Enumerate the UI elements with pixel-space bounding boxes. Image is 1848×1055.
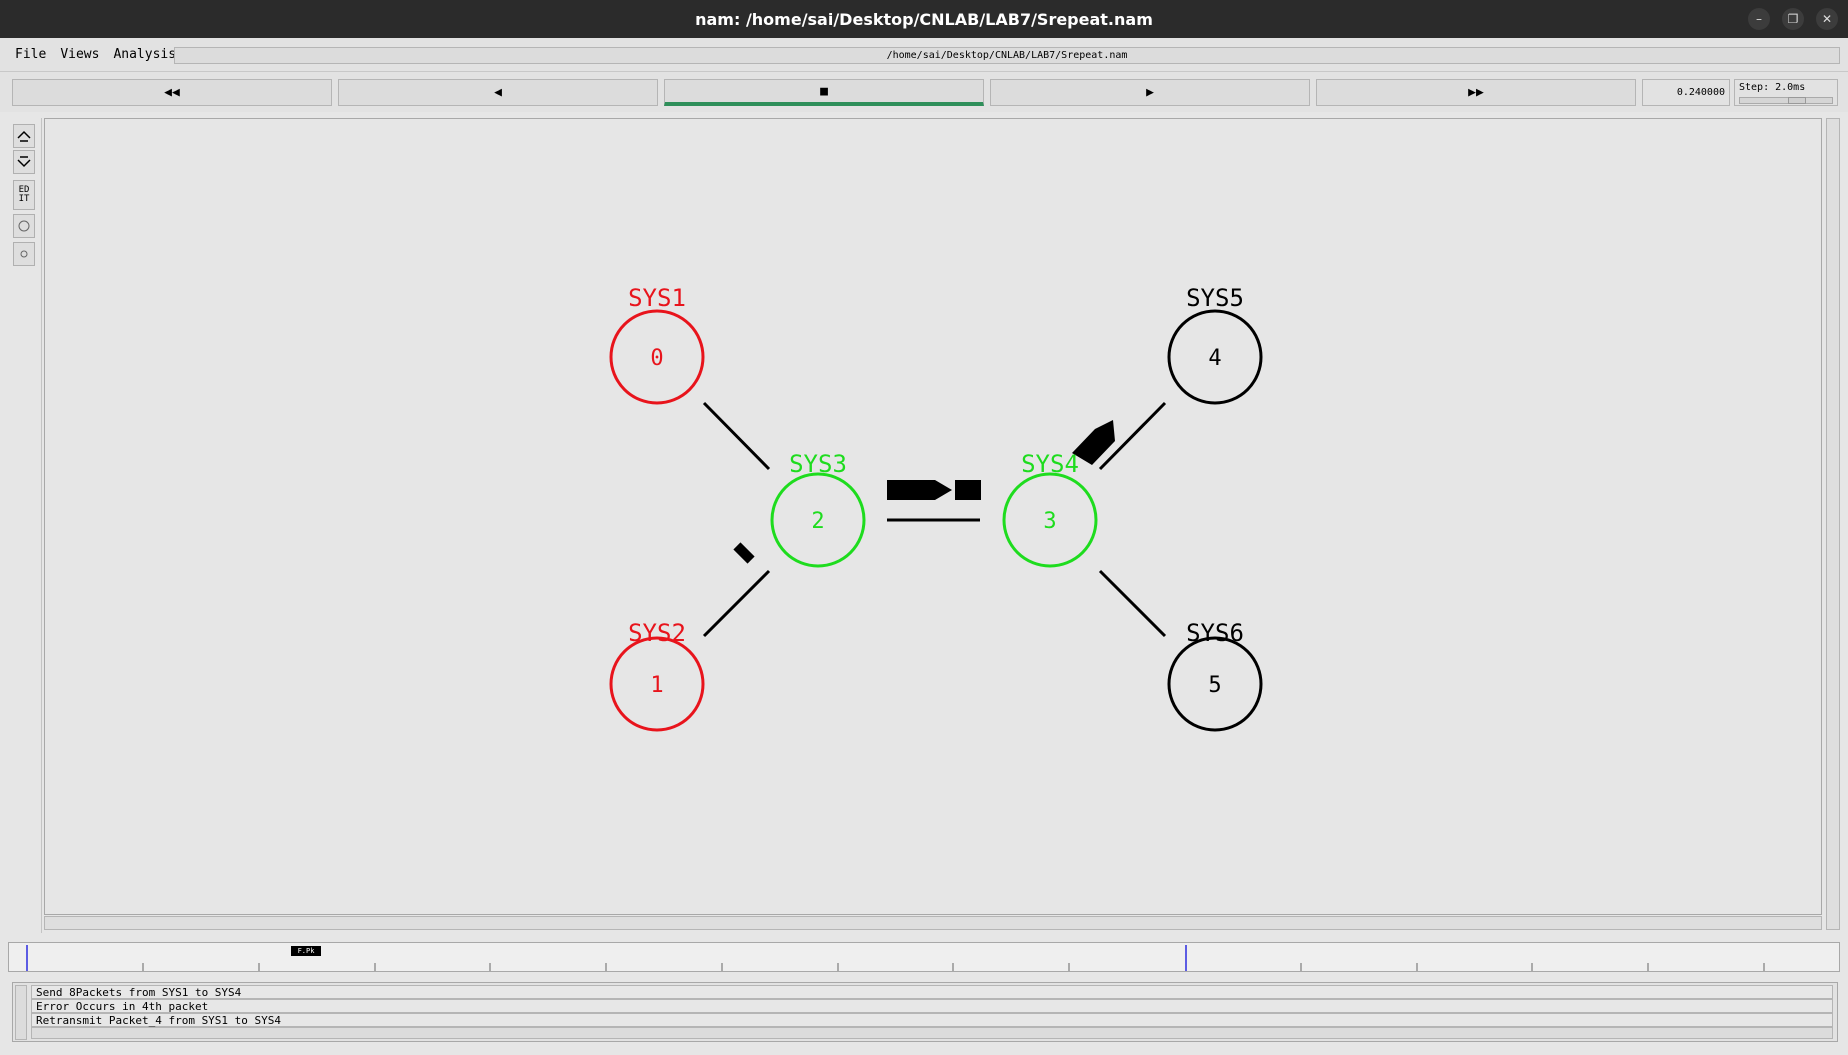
network-canvas[interactable]: SYS1 0 SYS2 1 SYS3 2 SYS4 3 SYS5 4 SYS6 …	[44, 118, 1822, 915]
packet-icon	[733, 542, 755, 564]
fast-forward-icon: ▶▶	[1468, 85, 1484, 100]
network-graph: SYS1 0 SYS2 1 SYS3 2 SYS4 3 SYS5 4 SYS6 …	[609, 284, 1263, 732]
playback-toolbar: ◀◀ ◀ ■ ▶ ▶▶ 0.240000 Step: 2.0ms	[0, 72, 1848, 112]
packet-icon	[955, 480, 981, 500]
node-label: SYS1	[628, 284, 686, 312]
menu-analysis[interactable]: Analysis	[106, 47, 183, 62]
zoom-in-icon[interactable]	[13, 124, 35, 148]
annotation-panel: Send 8Packets from SYS1 to SYS4 Error Oc…	[12, 982, 1838, 1042]
annotation-vertical-scrollbar[interactable]	[15, 985, 27, 1040]
step-slider-handle[interactable]	[1788, 97, 1806, 104]
node-1[interactable]: SYS2 1	[609, 619, 705, 732]
step-control: Step: 2.0ms	[1734, 79, 1838, 106]
menu-file[interactable]: File	[8, 47, 53, 62]
play-icon: ▶	[1146, 85, 1154, 100]
play-button[interactable]: ▶	[990, 79, 1310, 106]
node-4[interactable]: SYS5 4	[1167, 284, 1263, 405]
file-path-field: /home/sai/Desktop/CNLAB/LAB7/Srepeat.nam	[174, 47, 1840, 64]
timeline-slider[interactable]: F.Pk	[8, 942, 1840, 972]
node-id: 1	[650, 673, 663, 698]
edit-toolbox: ED IT	[6, 118, 42, 933]
window-title: nam: /home/sai/Desktop/CNLAB/LAB7/Srepea…	[695, 9, 1153, 29]
node-3[interactable]: SYS4 3	[1002, 450, 1098, 568]
fast-forward-button[interactable]: ▶▶	[1316, 79, 1636, 106]
node-id: 3	[1043, 509, 1056, 534]
node-label: SYS5	[1186, 284, 1244, 312]
menu-bar: File Views Analysis /home/sai/Desktop/CN…	[0, 38, 1848, 72]
link-3-5	[1098, 569, 1167, 638]
link-0-2	[702, 401, 771, 471]
canvas-horizontal-scrollbar[interactable]	[44, 916, 1822, 930]
annotation-list: Send 8Packets from SYS1 to SYS4 Error Oc…	[31, 985, 1833, 1027]
rewind-button[interactable]: ◀◀	[12, 79, 332, 106]
restore-icon[interactable]: ❐	[1782, 8, 1804, 30]
timeline-ticks	[26, 945, 1765, 971]
large-node-icon[interactable]	[13, 214, 35, 238]
step-slider[interactable]	[1739, 97, 1833, 104]
zoom-out-icon[interactable]	[13, 150, 35, 174]
node-id: 0	[650, 346, 663, 371]
window-controls: – ❐ ✕	[1748, 8, 1838, 30]
annotation-item[interactable]: Send 8Packets from SYS1 to SYS4	[31, 985, 1833, 999]
edit-button[interactable]: ED IT	[13, 180, 35, 210]
node-0[interactable]: SYS1 0	[609, 284, 705, 405]
node-id: 2	[811, 509, 824, 534]
annotation-horizontal-scrollbar[interactable]	[31, 1027, 1833, 1039]
back-icon: ◀	[494, 85, 502, 100]
packet-icon	[887, 480, 952, 500]
stop-icon: ■	[820, 83, 828, 99]
node-2[interactable]: SYS3 2	[770, 450, 866, 568]
stop-button[interactable]: ■	[664, 79, 984, 106]
minimize-icon[interactable]: –	[1748, 8, 1770, 30]
node-id: 5	[1208, 673, 1221, 698]
annotation-item[interactable]: Retransmit Packet_4 from SYS1 to SYS4	[31, 1013, 1833, 1027]
timeline-marker[interactable]: F.Pk	[291, 946, 321, 956]
menu-views[interactable]: Views	[53, 47, 106, 62]
step-label: Step: 2.0ms	[1739, 82, 1806, 93]
small-node-icon[interactable]	[13, 242, 35, 266]
title-bar: nam: /home/sai/Desktop/CNLAB/LAB7/Srepea…	[0, 0, 1848, 38]
node-id: 4	[1208, 346, 1221, 371]
link-1-2	[702, 569, 771, 638]
rewind-icon: ◀◀	[164, 85, 180, 100]
annotation-item[interactable]: Error Occurs in 4th packet	[31, 999, 1833, 1013]
node-5[interactable]: SYS6 5	[1167, 619, 1263, 732]
close-icon[interactable]: ✕	[1816, 8, 1838, 30]
canvas-vertical-scrollbar[interactable]	[1826, 118, 1840, 930]
time-display: 0.240000	[1642, 79, 1730, 106]
step-back-button[interactable]: ◀	[338, 79, 658, 106]
